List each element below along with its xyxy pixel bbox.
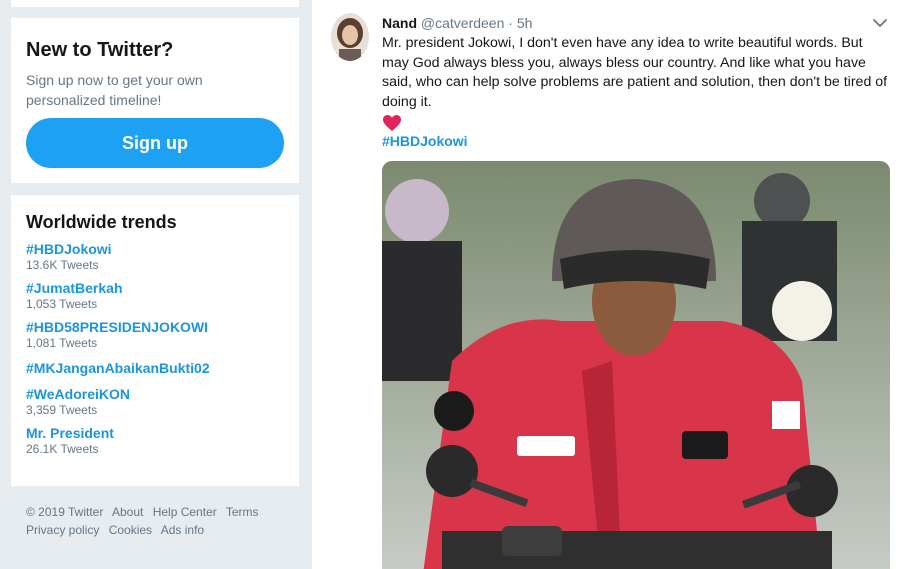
tweet-header: Nand @catverdeen · 5h [382, 14, 532, 32]
separator-dot: · [508, 15, 513, 31]
footer-link-cookies[interactable]: Cookies [109, 523, 152, 537]
trend-name[interactable]: #MKJanganAbaikanBukti02 [26, 359, 284, 377]
tweet-hashtag[interactable]: #HBDJokowi [382, 133, 468, 149]
tweet-photo[interactable] [382, 161, 890, 569]
trend-item[interactable]: #HBDJokowi 13.6K Tweets [26, 240, 284, 273]
signup-card: New to Twitter? Sign up now to get your … [11, 18, 299, 183]
signup-subtitle: Sign up now to get your own personalized… [26, 72, 203, 108]
trend-name[interactable]: #WeAdoreiKON [26, 385, 284, 403]
trend-item[interactable]: #WeAdoreiKON 3,359 Tweets [26, 385, 284, 418]
trend-item[interactable]: #MKJanganAbaikanBukti02 [26, 359, 284, 377]
trend-name[interactable]: #HBD58PRESIDENJOKOWI [26, 318, 284, 336]
footer-links: © 2019 Twitter About Help Center Terms P… [26, 503, 286, 539]
trends-card: Worldwide trends #HBDJokowi 13.6K Tweets… [11, 195, 299, 486]
footer-link-privacy[interactable]: Privacy policy [26, 523, 99, 537]
trend-name[interactable]: Mr. President [26, 424, 284, 442]
tweet-timestamp[interactable]: 5h [517, 15, 533, 31]
trend-count: 1,081 Tweets [26, 336, 98, 350]
heart-emoji-icon [383, 115, 401, 131]
trend-count: 26.1K Tweets [26, 442, 99, 456]
author-name[interactable]: Nand [382, 15, 417, 31]
trend-count: 3,359 Tweets [26, 403, 98, 417]
author-handle[interactable]: @catverdeen [421, 15, 504, 31]
chevron-down-icon[interactable] [872, 16, 888, 30]
trend-item[interactable]: #HBD58PRESIDENJOKOWI 1,081 Tweets [26, 318, 284, 351]
tweet[interactable]: Nand @catverdeen · 5h Mr. president Joko… [311, 0, 901, 569]
previous-card-edge [11, 0, 299, 7]
avatar[interactable] [331, 13, 369, 61]
trend-count: 13.6K Tweets [26, 258, 99, 272]
trend-count: 1,053 Tweets [26, 297, 98, 311]
trend-item[interactable]: #JumatBerkah 1,053 Tweets [26, 279, 284, 312]
trend-name[interactable]: #JumatBerkah [26, 279, 284, 297]
trends-title: Worldwide trends [26, 212, 177, 232]
footer-link-about[interactable]: About [112, 505, 143, 519]
footer-link-help-center[interactable]: Help Center [153, 505, 217, 519]
signup-button[interactable]: Sign up [26, 118, 284, 168]
footer-copyright: © 2019 Twitter [26, 505, 104, 519]
footer-link-terms[interactable]: Terms [226, 505, 259, 519]
trend-name[interactable]: #HBDJokowi [26, 240, 284, 258]
signup-title: New to Twitter? [26, 39, 174, 61]
tweet-text: Mr. president Jokowi, I don't even have … [382, 35, 888, 110]
trend-item[interactable]: Mr. President 26.1K Tweets [26, 424, 284, 457]
footer-link-ads-info[interactable]: Ads info [161, 523, 204, 537]
tweet-text-block: Mr. president Jokowi, I don't even have … [382, 34, 892, 132]
